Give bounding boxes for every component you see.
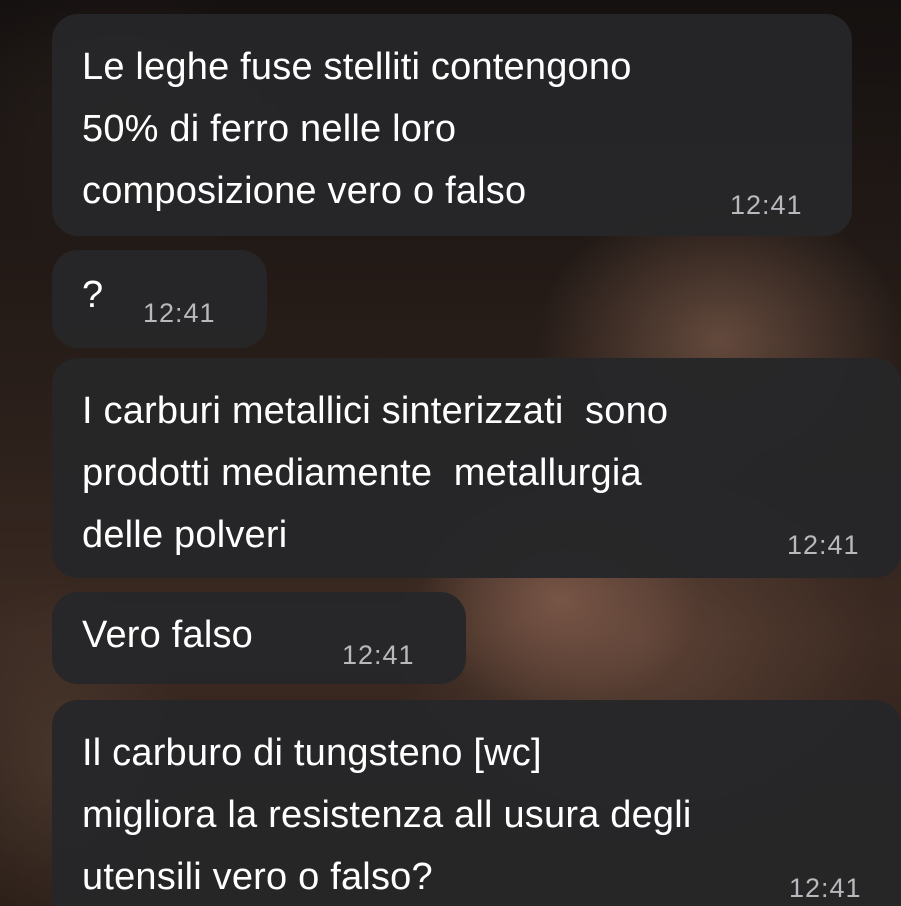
message-bubble[interactable]: I carburi metallici sinterizzati sono pr… (52, 358, 901, 578)
message-text: ? (82, 274, 104, 316)
message-timestamp: 12:41 (787, 530, 860, 560)
message-timestamp: 12:41 (789, 873, 862, 903)
message-text: Le leghe fuse stelliti contengono 50% di… (82, 46, 632, 212)
message-timestamp: 12:41 (730, 190, 803, 220)
message-bubble[interactable]: Il carburo di tungsteno [wc] migliora la… (52, 700, 901, 906)
message-timestamp: 12:41 (143, 298, 216, 328)
message-text: Vero falso (82, 614, 253, 656)
message-text: Il carburo di tungsteno [wc] migliora la… (82, 732, 692, 898)
message-text: I carburi metallici sinterizzati sono pr… (82, 390, 669, 556)
message-timestamp: 12:41 (342, 640, 415, 670)
